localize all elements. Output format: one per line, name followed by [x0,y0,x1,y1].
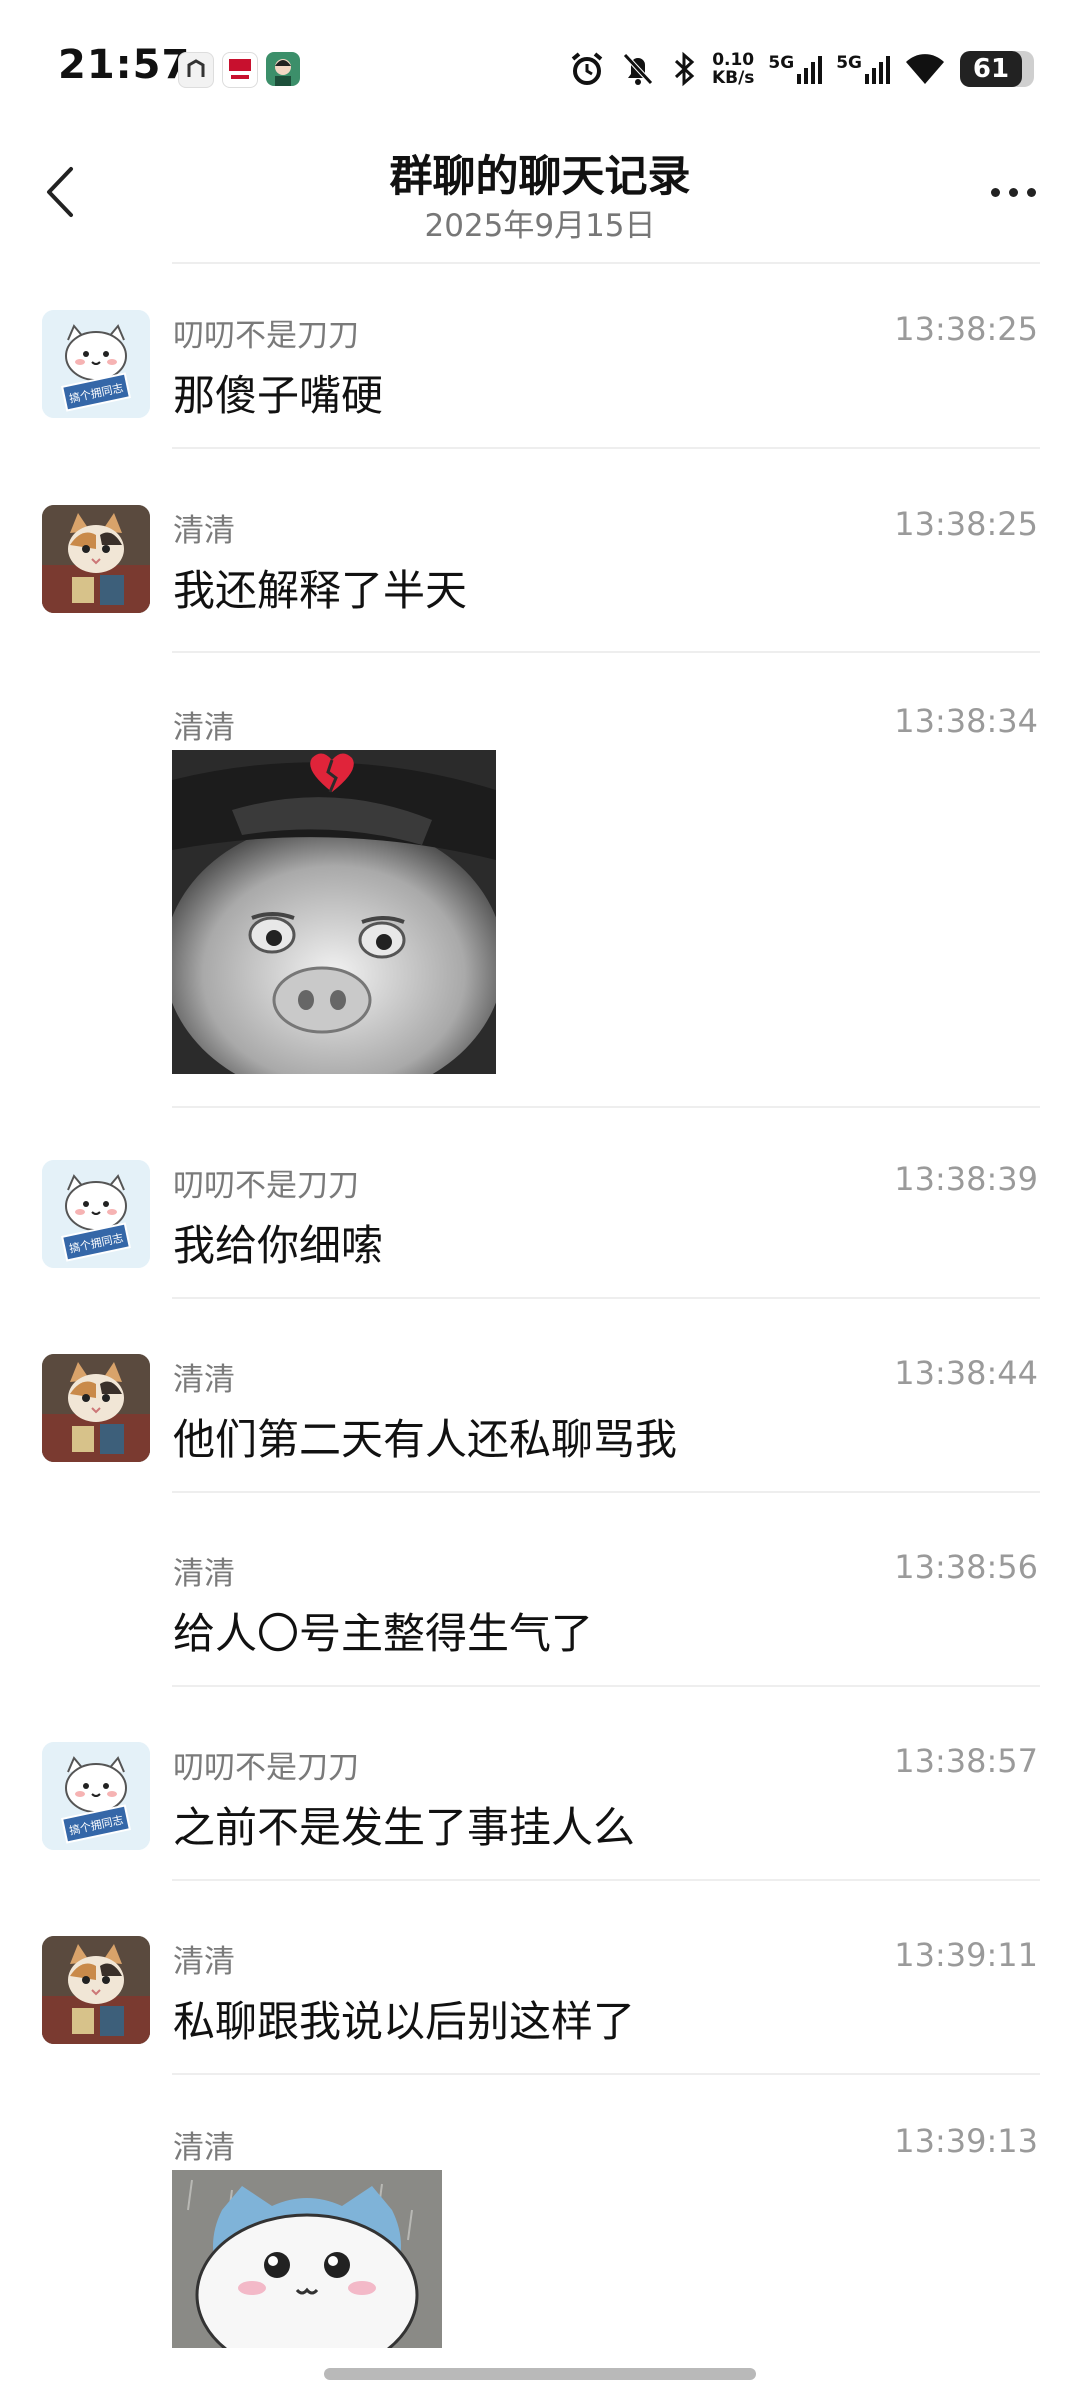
calico-cat-avatar-icon [42,505,150,613]
signal-sim1: 5G [768,54,823,84]
message-time: 13:39:13 [894,2122,1038,2160]
message-time: 13:38:57 [894,1742,1038,1780]
message-text: 那傻子嘴硬 [173,371,384,420]
sticker-image[interactable] [172,2170,442,2348]
message-text: 他们第二天有人还私聊骂我 [173,1415,678,1464]
message-time: 13:38:44 [894,1354,1038,1392]
message-text: 之前不是发生了事挂人么 [173,1803,636,1852]
message-time: 13:39:11 [894,1936,1038,1974]
status-time: 21:57 [58,42,191,88]
message-time: 13:38:56 [894,1548,1038,1586]
list-item[interactable]: 搞个拥同志 叨叨不是刀刀 13:38:39 我给你细嗦 [0,1150,1080,1300]
calico-cat-avatar-icon [42,1354,150,1462]
alarm-icon [571,52,603,85]
more-dots-icon [990,187,1000,197]
sender-name: 清清 [173,1362,235,1398]
battery-indicator: 61 [960,51,1034,87]
message-text: 给人〇号主整得生气了 [173,1609,594,1658]
sender-name: 清清 [173,513,235,549]
avatar[interactable]: 搞个拥同志 [42,1742,150,1850]
signal-bars-icon [797,56,823,84]
avatar[interactable] [42,1936,150,2044]
status-bar: 21:57 0.10 KB/s 5G 5G 61 [0,0,1080,120]
avatar[interactable] [42,1354,150,1462]
sender-name: 清清 [173,1944,235,1980]
crying-white-creature-sticker [172,2170,442,2348]
list-item[interactable]: 清清 13:38:34 [0,700,1080,1100]
more-options-button[interactable] [978,170,1048,214]
message-divider [172,1106,1040,1108]
list-item[interactable]: 清清 13:38:56 给人〇号主整得生气了 [0,1538,1080,1688]
message-text: 私聊跟我说以后别这样了 [173,1997,636,2046]
sender-name: 清清 [173,2130,235,2166]
calico-cat-avatar-icon [42,1936,150,2044]
avatar-app-icon [266,52,300,86]
avatar[interactable]: 搞个拥同志 [42,1160,150,1268]
sticker-image[interactable] [172,750,496,1074]
message-time: 13:38:25 [894,505,1038,543]
mute-bell-icon [623,53,653,85]
white-cat-sign-avatar-icon: 搞个拥同志 [42,1742,150,1850]
message-time: 13:38:25 [894,310,1038,348]
message-divider [172,447,1040,449]
message-time: 13:38:39 [894,1160,1038,1198]
status-icons: 0.10 KB/s 5G 5G 61 [568,44,1034,94]
network-speed: 0.10 KB/s [711,50,755,88]
list-item[interactable]: 清清 13:39:11 私聊跟我说以后别这样了 [0,1926,1080,2076]
message-divider [172,1685,1040,1687]
message-divider [172,651,1040,653]
message-divider [172,2073,1040,2075]
list-item[interactable]: 搞个拥同志 叨叨不是刀刀 13:38:25 那傻子嘴硬 [0,300,1080,450]
home-indicator[interactable] [324,2368,756,2380]
page-subtitle-date: 2025年9月15日 [424,208,656,244]
kfc-icon [222,52,258,88]
sender-name: 清清 [173,1556,235,1592]
message-time: 13:38:34 [894,702,1038,740]
message-divider [172,1297,1040,1299]
message-divider [172,1879,1040,1881]
wifi-icon [906,54,944,84]
gray-pig-broken-heart-sticker [172,750,496,1074]
sender-name: 叨叨不是刀刀 [173,1168,359,1204]
list-item[interactable]: 清清 13:38:44 他们第二天有人还私聊骂我 [0,1344,1080,1494]
list-item[interactable]: 清清 13:39:13 [0,2120,1080,2400]
sender-name: 叨叨不是刀刀 [173,318,359,354]
avatar[interactable]: 搞个拥同志 [42,310,150,418]
white-cat-sign-avatar-icon: 搞个拥同志 [42,310,150,418]
list-item[interactable]: 清清 13:38:25 我还解释了半天 [0,495,1080,645]
page-title: 群聊的聊天记录 [389,152,691,202]
signal-bars-icon [865,56,890,84]
sender-name: 叨叨不是刀刀 [173,1750,359,1786]
title-bar: 群聊的聊天记录 2025年9月15日 [0,120,1080,260]
avatar[interactable] [42,505,150,613]
header-divider [172,262,1040,264]
message-text: 我还解释了半天 [173,566,468,615]
white-cat-sign-avatar-icon: 搞个拥同志 [42,1160,150,1268]
list-item[interactable]: 搞个拥同志 叨叨不是刀刀 13:38:57 之前不是发生了事挂人么 [0,1732,1080,1882]
bluetooth-icon [674,51,695,87]
message-divider [172,1491,1040,1493]
sender-name: 清清 [173,710,235,746]
signal-sim2: 5G [836,54,890,84]
message-text: 我给你细嗦 [173,1221,384,1270]
app-notification-icon [178,52,214,88]
